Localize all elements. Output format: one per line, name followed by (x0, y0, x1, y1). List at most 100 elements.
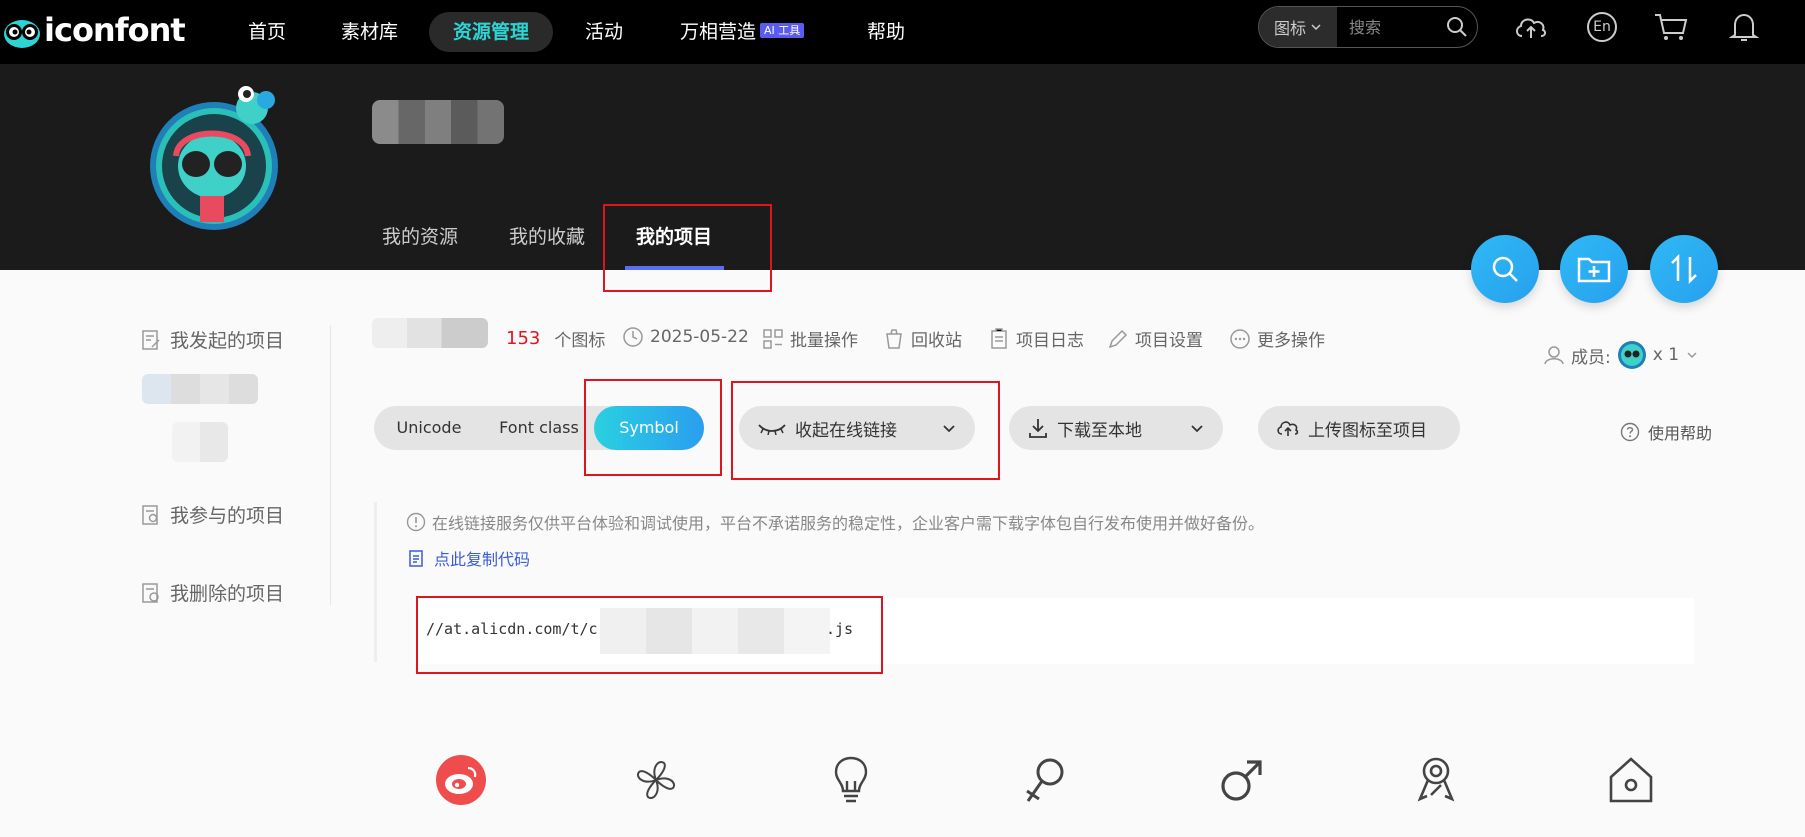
sidebar-divider (330, 325, 331, 605)
bell-icon[interactable] (1725, 8, 1763, 46)
service-notice-text: 在线链接服务仅供平台体验和调试使用，平台不承诺服务的稳定性，企业客户需下载字体包… (432, 514, 1265, 533)
search-button[interactable] (1437, 7, 1477, 47)
search-input[interactable] (1337, 17, 1437, 37)
project-settings-button[interactable]: 项目设置 (1107, 326, 1203, 351)
logo[interactable]: iconfont (0, 8, 186, 52)
grid-icon (763, 328, 783, 349)
sidebar-item-label: 我参与的项目 (170, 505, 285, 527)
new-folder-button[interactable] (1560, 235, 1628, 303)
copy-icon (409, 550, 423, 567)
eye-closed-icon (758, 424, 786, 435)
sidebar-item-my-created-projects[interactable]: 我发起的项目 (140, 326, 284, 353)
male-icon[interactable] (1213, 752, 1269, 808)
tab-symbol[interactable]: Symbol (594, 406, 704, 450)
recycle-bin-button[interactable]: 回收站 (883, 326, 962, 351)
logo-text: iconfont (44, 11, 186, 49)
copy-code-label: 点此复制代码 (434, 550, 531, 569)
fan-icon[interactable] (628, 752, 684, 808)
tab-my-resources[interactable]: 我的资源 (382, 222, 458, 249)
tab-font-class[interactable]: Font class (484, 406, 594, 450)
clock-icon (623, 327, 643, 347)
copy-code-link[interactable]: 点此复制代码 (406, 546, 530, 570)
avatar[interactable] (148, 74, 290, 238)
icon-count-value: 153 (506, 328, 541, 349)
edit-doc-icon (142, 329, 160, 350)
collapse-online-link-button[interactable]: 收起在线链接 (739, 406, 975, 450)
project-entry-blurred[interactable] (172, 422, 228, 462)
sort-icon (1671, 253, 1697, 285)
chevron-down-icon (1191, 425, 1203, 433)
sidebar-item-label: 我发起的项目 (170, 330, 285, 352)
recycle-bin-label: 回收站 (911, 331, 962, 351)
chevron-down-icon (1311, 24, 1321, 31)
chevron-down-icon (943, 425, 955, 433)
logo-icon (0, 8, 44, 52)
chevron-down-icon (1687, 352, 1697, 359)
sidebar-item-my-participated-projects[interactable]: 我参与的项目 (140, 501, 284, 528)
nav-help[interactable]: 帮助 (867, 12, 905, 52)
search-project-button[interactable] (1471, 235, 1539, 303)
sidebar-item-my-deleted-projects[interactable]: 我删除的项目 (140, 579, 284, 606)
lightbulb-icon[interactable] (823, 752, 879, 808)
username-blurred (372, 100, 504, 144)
tab-my-favorites[interactable]: 我的收藏 (509, 222, 585, 249)
project-entry-blurred[interactable] (142, 374, 258, 404)
ai-tools-badge: AI 工具 (760, 23, 805, 38)
project-log-label: 项目日志 (1016, 331, 1084, 351)
project-date-value: 2025-05-22 (650, 327, 749, 347)
members-dropdown[interactable]: 成员: x 1 (1543, 340, 1699, 370)
nav-wanxiang[interactable]: 万相营造 AI 工具 (680, 12, 805, 52)
upload-cloud-icon (1277, 421, 1299, 436)
home-icon[interactable] (1603, 752, 1659, 808)
nav-home[interactable]: 首页 (248, 12, 286, 52)
sort-button[interactable] (1650, 235, 1718, 303)
project-settings-label: 项目设置 (1135, 331, 1203, 351)
female-icon[interactable] (1018, 752, 1074, 808)
upload-icons-button[interactable]: 上传图标至项目 (1258, 406, 1460, 450)
usage-help-label: 使用帮助 (1648, 424, 1713, 443)
search-icon (1447, 17, 1467, 37)
project-date: 2025-05-22 (622, 326, 749, 348)
upload-label: 上传图标至项目 (1308, 420, 1427, 441)
nav-activities[interactable]: 活动 (585, 12, 623, 52)
icon-count-unit: 个图标 (554, 331, 606, 351)
search-type-label: 图标 (1273, 19, 1306, 38)
cdn-link-prefix: //at.alicdn.com/t/c (426, 620, 598, 638)
nav-material-library[interactable]: 素材库 (341, 12, 398, 52)
search-type-select[interactable]: 图标 (1259, 7, 1337, 47)
usage-help-link[interactable]: 使用帮助 (1620, 420, 1712, 444)
more-actions-label: 更多操作 (1257, 331, 1325, 351)
member-avatar (1617, 341, 1646, 369)
cdn-link-suffix: .js (826, 620, 854, 638)
tab-my-projects[interactable]: 我的项目 (636, 222, 712, 249)
tab-unicode[interactable]: Unicode (374, 406, 484, 450)
batch-action-button[interactable]: 批量操作 (762, 326, 858, 351)
members-count: x 1 (1652, 345, 1680, 365)
search-icon (1492, 256, 1518, 282)
cart-icon[interactable] (1652, 8, 1690, 46)
cdn-link-blurred (600, 608, 830, 654)
weibo-icon[interactable] (433, 752, 489, 808)
download-local-button[interactable]: 下载至本地 (1009, 406, 1223, 450)
clipboard-icon (991, 327, 1007, 349)
user-icon (1544, 346, 1564, 365)
icon-count: 153 个图标 (506, 326, 605, 351)
edit-icon (1108, 329, 1128, 348)
folder-add-icon (1577, 257, 1611, 283)
collapse-link-label: 收起在线链接 (795, 420, 897, 441)
question-icon (1620, 422, 1640, 442)
award-icon[interactable] (1408, 752, 1464, 808)
language-switch[interactable]: En (1583, 8, 1621, 46)
nav-wanxiang-label: 万相营造 (680, 21, 757, 43)
members-label: 成员: (1571, 347, 1611, 368)
upload-cloud-icon[interactable] (1512, 8, 1550, 46)
trash-icon (886, 328, 902, 349)
sidebar-item-label: 我删除的项目 (170, 583, 285, 605)
language-label: En (1593, 19, 1611, 35)
search-doc-icon (142, 504, 158, 525)
info-icon (406, 512, 426, 532)
project-log-button[interactable]: 项目日志 (988, 326, 1084, 351)
download-label: 下载至本地 (1057, 420, 1142, 441)
nav-resource-management[interactable]: 资源管理 (429, 12, 554, 52)
more-actions-button[interactable]: 更多操作 (1229, 326, 1325, 351)
